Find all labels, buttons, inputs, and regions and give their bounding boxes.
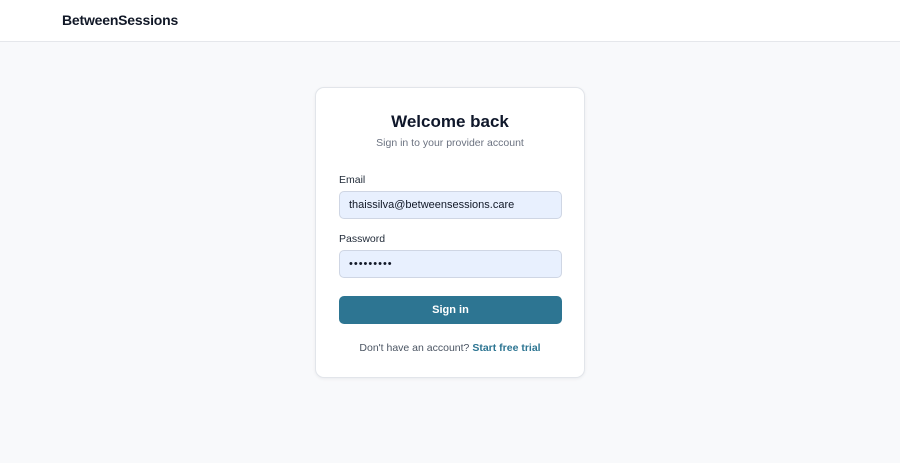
brand-logo[interactable]: BetweenSessions: [62, 12, 178, 28]
password-label: Password: [339, 233, 386, 245]
sign-in-button[interactable]: Sign in: [339, 296, 562, 324]
password-field[interactable]: [339, 250, 562, 278]
page-subtitle: Sign in to your provider account: [376, 137, 524, 149]
login-card: Welcome back Sign in to your provider ac…: [315, 87, 585, 378]
signup-prompt: Don't have an account? Start free trial: [316, 342, 584, 354]
page-title: Welcome back: [391, 112, 509, 131]
signup-prompt-text: Don't have an account?: [359, 342, 470, 354]
email-field[interactable]: [339, 191, 562, 219]
start-free-trial-link[interactable]: Start free trial: [472, 342, 540, 354]
email-label: Email: [339, 174, 366, 186]
top-navbar: BetweenSessions: [0, 0, 900, 42]
